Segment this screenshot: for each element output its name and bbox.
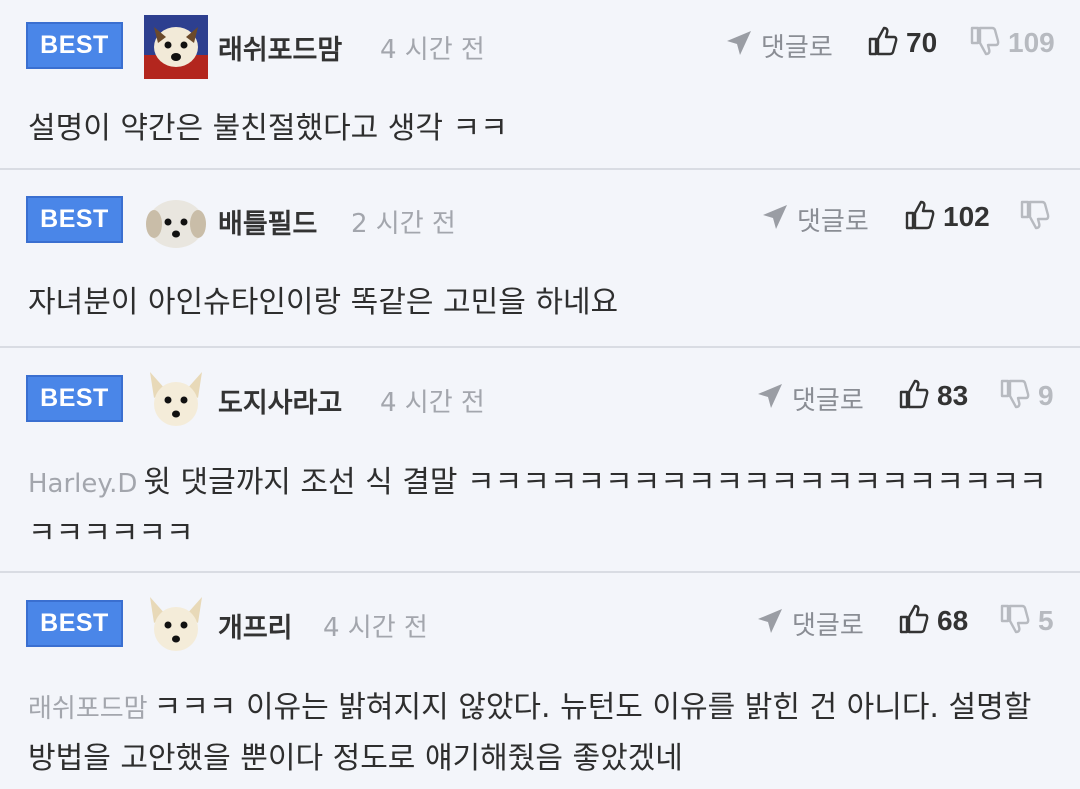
like-count: 102 (943, 201, 990, 232)
reply-button[interactable]: 댓글로 (758, 380, 864, 417)
reply-label: 댓글로 (797, 207, 869, 237)
comment-text: ㅋㅋㅋ 이유는 밝혀지지 않았다. 뉴턴도 이유를 밝힌 건 아니다. 설명할 … (28, 690, 1032, 776)
comment-body: 설명이 약간은 불친절했다고 생각 ㅋㅋ (28, 104, 1058, 154)
timestamp: 4 시간 전 (323, 613, 428, 643)
thumbs-up-icon (868, 26, 898, 56)
nickname[interactable]: 도지사라고 (218, 381, 342, 420)
reply-button[interactable]: 댓글로 (763, 201, 869, 238)
timestamp: 2 시간 전 (351, 209, 456, 239)
comment-body: 래쉬포드맘 ㅋㅋㅋ 이유는 밝혀지지 않았다. 뉴턴도 이유를 밝힌 건 아니다.… (28, 683, 1058, 784)
dislike-count: 5 (1038, 605, 1054, 636)
avatar[interactable] (144, 593, 208, 657)
dislike-button[interactable]: 109 (970, 26, 1055, 59)
reply-label: 댓글로 (792, 611, 864, 641)
comment-text: 설명이 약간은 불친절했다고 생각 ㅋㅋ (28, 111, 508, 146)
timestamp: 4 시간 전 (380, 388, 485, 418)
comment-item: BEST 도지사라고 4 시간 전 댓글로 83 9 Harley.D 윗 댓글… (0, 348, 1080, 573)
avatar[interactable] (144, 190, 208, 254)
like-count: 70 (906, 27, 938, 58)
mention[interactable]: 래쉬포드맘 (28, 694, 148, 724)
comment-text: 자녀분이 아인슈타인이랑 똑같은 고민을 하네요 (28, 285, 619, 320)
comment-body: 자녀분이 아인슈타인이랑 똑같은 고민을 하네요 (28, 278, 1058, 328)
dislike-button[interactable]: 9 (1000, 379, 1054, 412)
comment-header: BEST 배틀필드 2 시간 전 댓글로 102 (0, 182, 1080, 248)
like-button[interactable]: 68 (899, 604, 969, 637)
comment-text: 윗 댓글까지 조선 식 결말 ㅋㅋㅋㅋㅋㅋㅋㅋㅋㅋㅋㅋㅋㅋㅋㅋㅋㅋㅋㅋㅋㅋㅋㅋㅋ… (28, 465, 1047, 551)
reply-button[interactable]: 댓글로 (727, 27, 833, 64)
send-arrow-icon (727, 31, 751, 55)
dislike-count: 109 (1008, 27, 1055, 58)
thumbs-down-icon (1000, 604, 1030, 634)
nickname[interactable]: 래쉬포드맘 (218, 28, 342, 67)
thumbs-down-icon (1000, 379, 1030, 409)
thumbs-down-icon (1020, 200, 1050, 230)
dislike-count: 9 (1038, 380, 1054, 411)
thumbs-up-icon (899, 604, 929, 634)
like-button[interactable]: 83 (899, 379, 969, 412)
nickname[interactable]: 개프리 (218, 606, 293, 645)
best-badge: BEST (26, 22, 123, 69)
like-count: 83 (937, 380, 969, 411)
reply-label: 댓글로 (792, 386, 864, 416)
nickname[interactable]: 배틀필드 (218, 202, 317, 241)
comment-item: BEST 개프리 4 시간 전 댓글로 68 5 래쉬포드맘 ㅋㅋㅋ 이유는 밝… (0, 573, 1080, 789)
like-button[interactable]: 102 (905, 200, 990, 233)
thumbs-up-icon (899, 379, 929, 409)
send-arrow-icon (758, 384, 782, 408)
avatar[interactable] (144, 368, 208, 432)
like-button[interactable]: 70 (868, 26, 938, 59)
comment-header: BEST 도지사라고 4 시간 전 댓글로 83 9 (0, 360, 1080, 426)
comment-header: BEST 개프리 4 시간 전 댓글로 68 5 (0, 585, 1080, 651)
best-badge: BEST (26, 375, 123, 422)
best-badge: BEST (26, 600, 123, 647)
avatar[interactable] (144, 15, 208, 79)
comment-item: BEST 배틀필드 2 시간 전 댓글로 102 자녀분이 아인슈타인이랑 똑같… (0, 170, 1080, 348)
dislike-button[interactable]: 5 (1000, 604, 1054, 637)
thumbs-down-icon (970, 26, 1000, 56)
like-count: 68 (937, 605, 969, 636)
comment-body: Harley.D 윗 댓글까지 조선 식 결말 ㅋㅋㅋㅋㅋㅋㅋㅋㅋㅋㅋㅋㅋㅋㅋㅋㅋ… (28, 458, 1058, 559)
best-badge: BEST (26, 196, 123, 243)
timestamp: 4 시간 전 (380, 35, 485, 65)
mention[interactable]: Harley.D (28, 469, 137, 499)
reply-button[interactable]: 댓글로 (758, 605, 864, 642)
send-arrow-icon (758, 609, 782, 633)
reply-label: 댓글로 (761, 33, 833, 63)
comment-header: BEST 래쉬포드맘 4 시간 전 댓글로 70 109 (0, 12, 1080, 79)
send-arrow-icon (763, 205, 787, 229)
comment-item: BEST 래쉬포드맘 4 시간 전 댓글로 70 109 설명이 약간은 불친절… (0, 0, 1080, 170)
thumbs-up-icon (905, 200, 935, 230)
